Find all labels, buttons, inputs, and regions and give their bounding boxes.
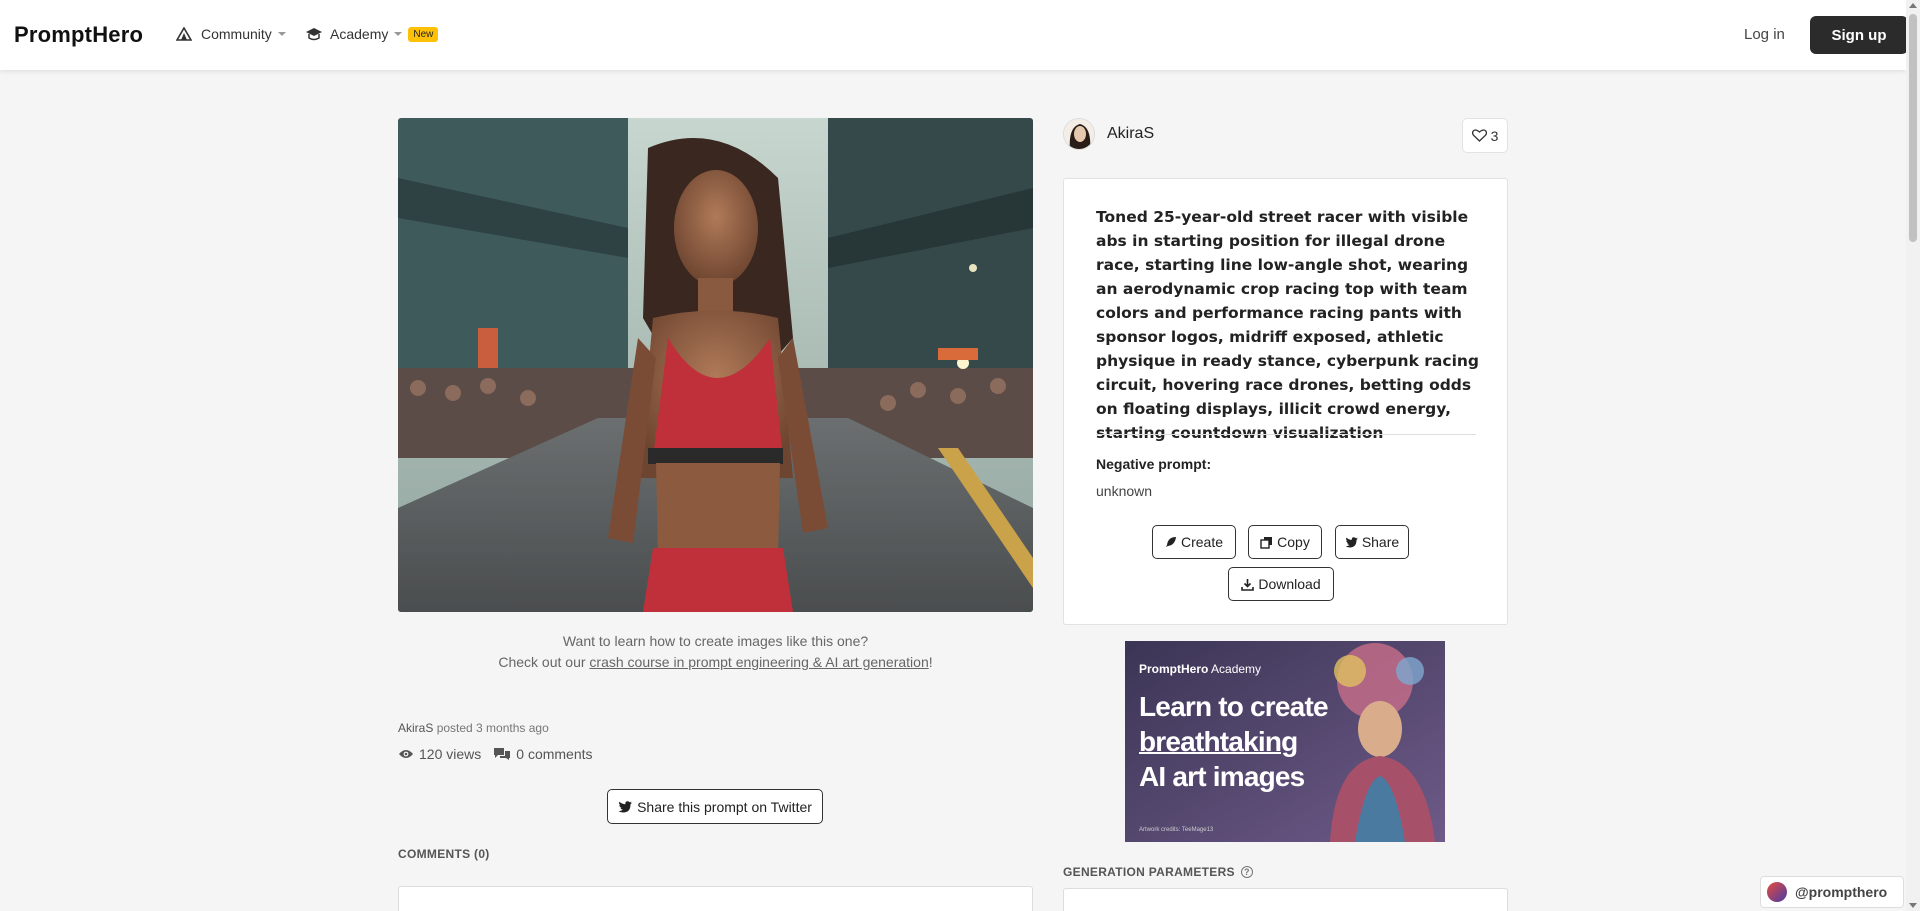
share-twitter-label: Share this prompt on Twitter [637, 798, 812, 815]
handle-label: @prompthero [1795, 884, 1888, 900]
chevron-down-icon [277, 32, 286, 36]
download-button[interactable]: Download [1228, 567, 1334, 601]
prompt-card: Toned 25-year-old street racer with visi… [1063, 178, 1508, 625]
posted-author-link[interactable]: AkiraS [398, 721, 433, 735]
share-label: Share [1361, 534, 1400, 550]
copy-button[interactable]: Copy [1248, 525, 1322, 559]
scrollbar-thumb[interactable] [1909, 14, 1917, 242]
help-icon[interactable]: ? [1240, 866, 1253, 878]
academy-ad-banner[interactable]: PromptHero Academy Learn to create breat… [1125, 641, 1445, 842]
views-stat: 120 views [398, 746, 481, 762]
post-stats: 120 views 0 comments [398, 746, 605, 762]
prompthero-handle-chip[interactable]: @prompthero [1760, 876, 1904, 908]
brand-logo[interactable]: PromptHero [14, 22, 143, 48]
ad-brand-rest: Academy [1208, 662, 1262, 676]
share-twitter-button[interactable]: Share this prompt on Twitter [607, 789, 823, 824]
eye-icon [399, 750, 413, 758]
avatar[interactable] [1063, 118, 1095, 150]
graduation-cap-icon [305, 26, 323, 42]
negative-prompt-value: unknown [1096, 483, 1153, 499]
signup-button[interactable]: Sign up [1810, 16, 1908, 54]
learn-prefix: Check out our [498, 654, 590, 670]
create-button[interactable]: Create [1152, 525, 1236, 559]
copy-icon [1260, 536, 1273, 549]
share-button[interactable]: Share [1335, 525, 1409, 559]
learn-text: Want to learn how to create images like … [398, 631, 1033, 673]
copy-label: Copy [1277, 534, 1310, 550]
learn-suffix: ! [928, 654, 933, 670]
generation-parameters-box [1063, 888, 1508, 911]
ad-brand-bold: PromptHero [1139, 662, 1209, 676]
nav-community-label: Community [201, 26, 272, 42]
main-image[interactable] [398, 118, 1033, 612]
divider [1096, 434, 1476, 435]
login-link[interactable]: Log in [1744, 26, 1785, 43]
scrollbar[interactable] [1906, 0, 1920, 911]
nav-community[interactable]: Community [176, 26, 286, 42]
navbar: PromptHero Community Academy New Log in … [0, 0, 1908, 70]
ad-brand: PromptHero Academy [1139, 662, 1261, 676]
comments-icon [494, 748, 511, 760]
download-icon [1241, 578, 1255, 591]
community-icon [176, 26, 194, 42]
prompt-text: Toned 25-year-old street racer with visi… [1096, 208, 1480, 442]
comments-title: COMMENTS (0) [398, 847, 490, 861]
crash-course-link[interactable]: crash course in prompt engineering & AI … [589, 654, 928, 670]
create-label: Create [1180, 534, 1224, 550]
negative-prompt-label: Negative prompt: [1096, 456, 1212, 472]
ad-credits: Artwork credits: TeeMage13 [1139, 827, 1214, 833]
views-count: 120 views [419, 746, 482, 762]
comments-count: 0 comments [516, 746, 593, 762]
posted-info: AkiraS posted 3 months ago [398, 721, 549, 735]
learn-line2: Check out our crash course in prompt eng… [398, 652, 1033, 673]
comments-stat[interactable]: 0 comments [493, 746, 593, 762]
heart-icon [1471, 129, 1487, 142]
feather-icon [1165, 537, 1176, 547]
scroll-up-arrow-icon[interactable] [1909, 3, 1917, 8]
author-name[interactable]: AkiraS [1107, 125, 1154, 143]
like-count: 3 [1490, 127, 1499, 144]
twitter-icon [618, 800, 633, 812]
new-badge: New [408, 26, 439, 42]
generation-parameters-label: GENERATION PARAMETERS [1063, 865, 1235, 879]
comments-box [398, 886, 1033, 911]
ad-headline: Learn to create breathtaking AI art imag… [1139, 689, 1329, 794]
learn-line1: Want to learn how to create images like … [562, 633, 869, 649]
twitter-icon [1345, 536, 1358, 548]
scroll-down-arrow-icon[interactable] [1909, 903, 1917, 908]
generation-parameters-title: GENERATION PARAMETERS ? [1063, 865, 1253, 879]
ad-line3: AI art images [1139, 761, 1305, 792]
nav-academy[interactable]: Academy New [305, 26, 439, 42]
nav-academy-label: Academy [330, 26, 389, 42]
ad-line1: Learn to create [1139, 691, 1329, 722]
chevron-down-icon [394, 32, 403, 36]
posted-time: posted 3 months ago [436, 721, 549, 735]
download-label: Download [1258, 576, 1321, 592]
like-button[interactable]: 3 [1462, 118, 1508, 153]
prompthero-logo-icon [1767, 882, 1787, 902]
ad-line2: breathtaking [1139, 726, 1298, 757]
